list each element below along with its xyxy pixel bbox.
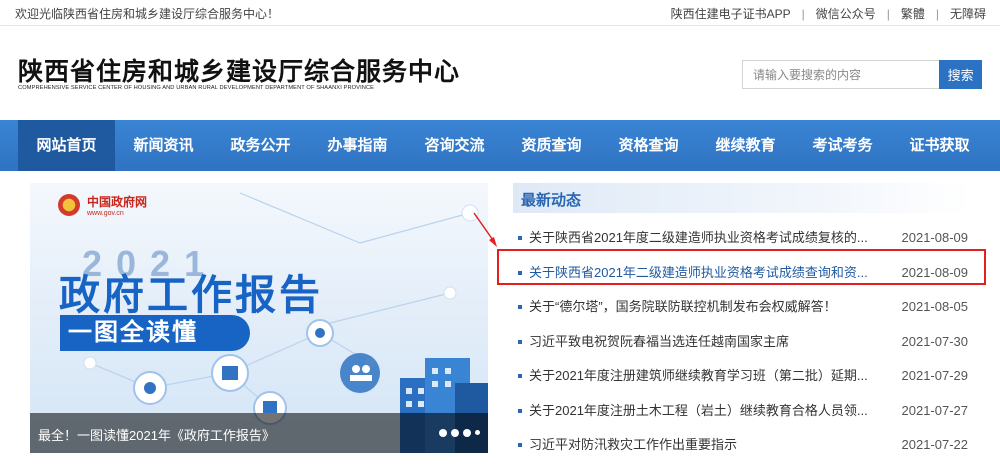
news-item[interactable]: 关于2021年度注册土木工程（岩土）继续教育合格人员领... 2021-07-2… [513, 394, 971, 429]
main-nav: 网站首页 新闻资讯 政务公开 办事指南 咨询交流 资质查询 资格查询 继续教育 … [0, 120, 1000, 171]
separator: | [886, 6, 890, 21]
news-item[interactable]: 习近平对防汛救灾工作作出重要指示 2021-07-22 [513, 428, 971, 463]
banner-tagline: 一图全读懂 [60, 315, 250, 351]
nav-item-consultation[interactable]: 咨询交流 [406, 120, 503, 171]
nav-item-certificate[interactable]: 证书获取 [891, 120, 988, 171]
gov-logo-name: 中国政府网 [87, 195, 148, 209]
top-bar: 欢迎光临陕西省住房和城乡建设厅综合服务中心！ 陕西住建电子证书APP | 微信公… [0, 0, 1000, 26]
bullet-icon [518, 408, 522, 413]
national-emblem-icon [58, 194, 80, 216]
banner-caption: 最全！一图读懂2021年《政府工作报告》 [30, 413, 488, 453]
news-item[interactable]: 习近平致电祝贺阮春福当选连任越南国家主席 2021-07-30 [513, 325, 971, 360]
traditional-chinese-link[interactable]: 繁體 [901, 5, 925, 22]
nav-item-exams[interactable]: 考试考务 [794, 120, 891, 171]
bullet-icon [518, 305, 522, 309]
news-date: 2021-07-29 [901, 368, 969, 383]
top-links: 陕西住建电子证书APP | 微信公众号 | 繁體 | 无障碍 [671, 5, 986, 22]
news-title[interactable]: 关于2021年度注册建筑师继续教育学习班（第二批）延期... [529, 359, 879, 394]
nav-item-certification-query[interactable]: 资格查询 [600, 120, 697, 171]
news-header: 最新动态 [513, 183, 971, 213]
banner-headline: 政府工作报告 [59, 272, 323, 318]
news-heading: 最新动态 [521, 192, 582, 209]
banner-slideshow[interactable]: 中国政府网 www.gov.cn 2021 政府工作报告 一图全读懂 最全！一图… [30, 183, 488, 453]
search-input[interactable] [742, 60, 940, 89]
slide-dot[interactable] [451, 429, 459, 437]
site-subtitle: COMPREHENSIVE SERVICE CENTER OF HOUSING … [18, 85, 375, 91]
nav-item-qualification-query[interactable]: 资质查询 [503, 120, 600, 171]
nav-item-continuing-education[interactable]: 继续教育 [697, 120, 794, 171]
search-bar: 搜索 [742, 60, 982, 89]
bullet-icon [518, 339, 522, 344]
slide-indicators [439, 429, 480, 437]
nav-item-news[interactable]: 新闻资讯 [115, 120, 212, 171]
slide-dot[interactable] [463, 429, 471, 437]
gov-logo: 中国政府网 www.gov.cn [58, 193, 147, 217]
nav-item-government-affairs[interactable]: 政务公开 [212, 120, 309, 171]
news-title[interactable]: 关于“德尔塔”，国务院联防联控机制发布会权威解答！ [529, 290, 879, 325]
news-title[interactable]: 习近平致电祝贺阮春福当选连任越南国家主席 [529, 325, 879, 360]
news-title[interactable]: 关于2021年度注册土木工程（岩土）继续教育合格人员领... [529, 394, 879, 429]
slide-dot[interactable] [475, 430, 480, 435]
separator: | [801, 6, 805, 21]
site-title: 陕西省住房和城乡建设厅综合服务中心 [18, 57, 461, 86]
news-item[interactable]: 关于“德尔塔”，国务院联防联控机制发布会权威解答！ 2021-08-05 [513, 290, 971, 325]
news-date: 2021-07-27 [901, 402, 969, 418]
search-button[interactable]: 搜索 [939, 60, 982, 89]
nav-item-home[interactable]: 网站首页 [18, 120, 115, 171]
news-date: 2021-08-05 [901, 299, 969, 314]
highlight-box [497, 249, 986, 285]
bullet-icon [518, 236, 522, 240]
banner-caption-text[interactable]: 最全！一图读懂2021年《政府工作报告》 [38, 425, 275, 444]
gov-logo-url: www.gov.cn [87, 210, 124, 217]
bullet-icon [518, 443, 522, 447]
bullet-icon [518, 374, 522, 378]
accessibility-link[interactable]: 无障碍 [950, 5, 986, 22]
slide-dot[interactable] [439, 429, 447, 437]
welcome-text: 欢迎光临陕西省住房和城乡建设厅综合服务中心！ [15, 7, 280, 21]
news-item[interactable]: 关于2021年度注册建筑师继续教育学习班（第二批）延期... 2021-07-2… [513, 359, 971, 394]
app-link[interactable]: 陕西住建电子证书APP [671, 5, 791, 22]
separator: | [935, 6, 939, 21]
news-date: 2021-07-22 [901, 437, 969, 452]
site-header: 陕西省住房和城乡建设厅综合服务中心 COMPREHENSIVE SERVICE … [0, 26, 1000, 120]
latest-news-panel: 最新动态 关于陕西省2021年度二级建造师执业资格考试成绩复核的... 2021… [513, 183, 971, 463]
news-title[interactable]: 习近平对防汛救灾工作作出重要指示 [529, 428, 879, 463]
wechat-link[interactable]: 微信公众号 [816, 5, 876, 22]
news-date: 2021-07-30 [901, 333, 969, 349]
nav-item-service-guide[interactable]: 办事指南 [309, 120, 406, 171]
